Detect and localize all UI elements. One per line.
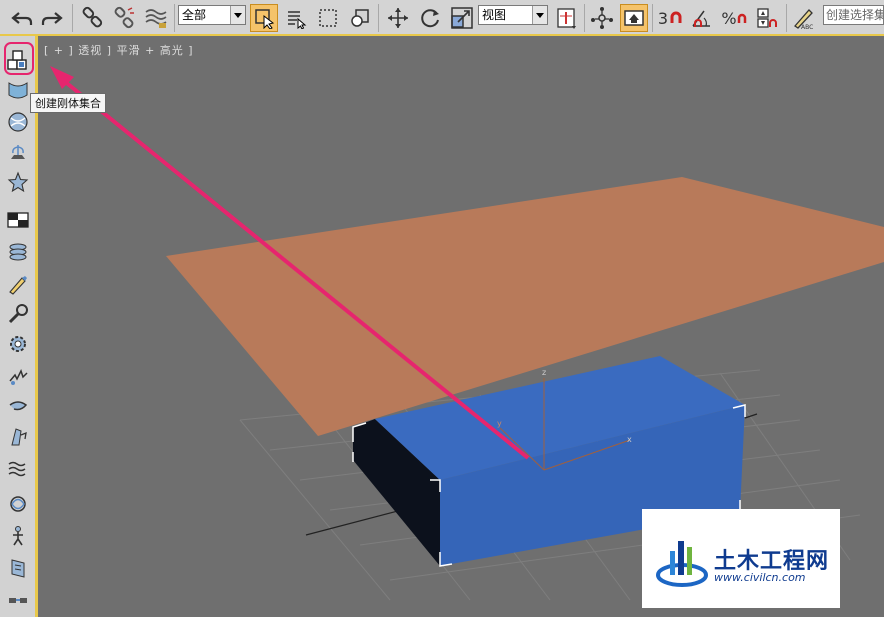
plane-icon[interactable] (5, 207, 31, 233)
chevron-down-icon[interactable] (532, 6, 547, 24)
chain-icon[interactable] (5, 587, 31, 613)
axis-y-label: y (497, 419, 502, 428)
named-selection-set-field[interactable]: 创建选择集 (823, 5, 884, 25)
selection-filter-value: 全部 (182, 8, 207, 22)
reference-coordinate-value: 视图 (482, 8, 507, 22)
rotate-icon[interactable] (416, 4, 444, 32)
left-command-toolbar (0, 36, 38, 617)
spinner-snap-icon[interactable] (752, 4, 780, 32)
panel-icon[interactable] (5, 555, 31, 581)
wave-icon[interactable] (5, 455, 31, 481)
bind-space-warp-icon[interactable] (142, 4, 170, 32)
tooltip: 创建刚体集合 (30, 93, 106, 113)
percent-snap-toggle[interactable]: % (720, 4, 748, 32)
window-crossing-icon[interactable] (346, 4, 374, 32)
angle-snap-icon[interactable] (688, 4, 716, 32)
keyboard-shortcut-override-icon[interactable] (620, 4, 648, 32)
pen-icon[interactable] (5, 271, 31, 297)
move-icon[interactable] (384, 4, 412, 32)
svg-text:ABC: ABC (801, 24, 813, 30)
select-and-manipulate-icon[interactable] (588, 4, 616, 32)
selection-filter-dropdown[interactable]: 全部 (178, 5, 246, 25)
wind-icon[interactable] (5, 393, 31, 419)
viewport-label[interactable]: [ + ] 透视 ] 平滑 + 高光 ] (44, 42, 194, 58)
civilcn-logo-icon (656, 541, 708, 587)
snaps-label: 3 (657, 8, 669, 28)
wrench-icon[interactable] (5, 301, 31, 327)
select-object-icon[interactable] (250, 4, 278, 32)
select-by-name-icon[interactable] (282, 4, 310, 32)
magnet-icon (670, 11, 682, 23)
link-icon[interactable] (78, 4, 106, 32)
highlight-circle (4, 42, 34, 75)
scale-icon[interactable] (448, 4, 476, 32)
gear-icon[interactable] (5, 331, 31, 357)
snaps-toggle[interactable]: 3 (656, 4, 684, 32)
sphere-icon[interactable] (5, 109, 31, 135)
figure-icon[interactable] (5, 523, 31, 549)
edit-named-selection-icon[interactable]: ABC (790, 4, 818, 32)
axis-x-label: x (627, 435, 632, 444)
fountain-icon[interactable] (5, 139, 31, 165)
magnet-icon (737, 13, 746, 23)
star-icon[interactable] (5, 169, 31, 195)
watermark-url: www.civilcn.com (714, 571, 806, 584)
redo-icon[interactable] (38, 4, 66, 32)
layers-icon[interactable] (5, 239, 31, 265)
spring-icon[interactable] (5, 363, 31, 389)
reference-coordinate-dropdown[interactable]: 视图 (478, 5, 548, 25)
unlink-icon[interactable] (110, 4, 138, 32)
main-toolbar: 全部 视图 3 % ABC 创建选择集 (0, 0, 884, 36)
rectangular-selection-icon[interactable] (314, 4, 342, 32)
cloth-icon[interactable] (5, 77, 31, 103)
watermark-logo: 土木工程网 www.civilcn.com (642, 509, 840, 608)
undo-icon[interactable] (8, 4, 36, 32)
rope-icon[interactable] (5, 491, 31, 517)
chevron-down-icon[interactable] (230, 6, 245, 24)
axis-z-label: z (542, 368, 546, 377)
pivot-center-icon[interactable] (552, 4, 580, 32)
paint-icon[interactable] (5, 423, 31, 449)
percent-snap-label: % (721, 8, 737, 28)
